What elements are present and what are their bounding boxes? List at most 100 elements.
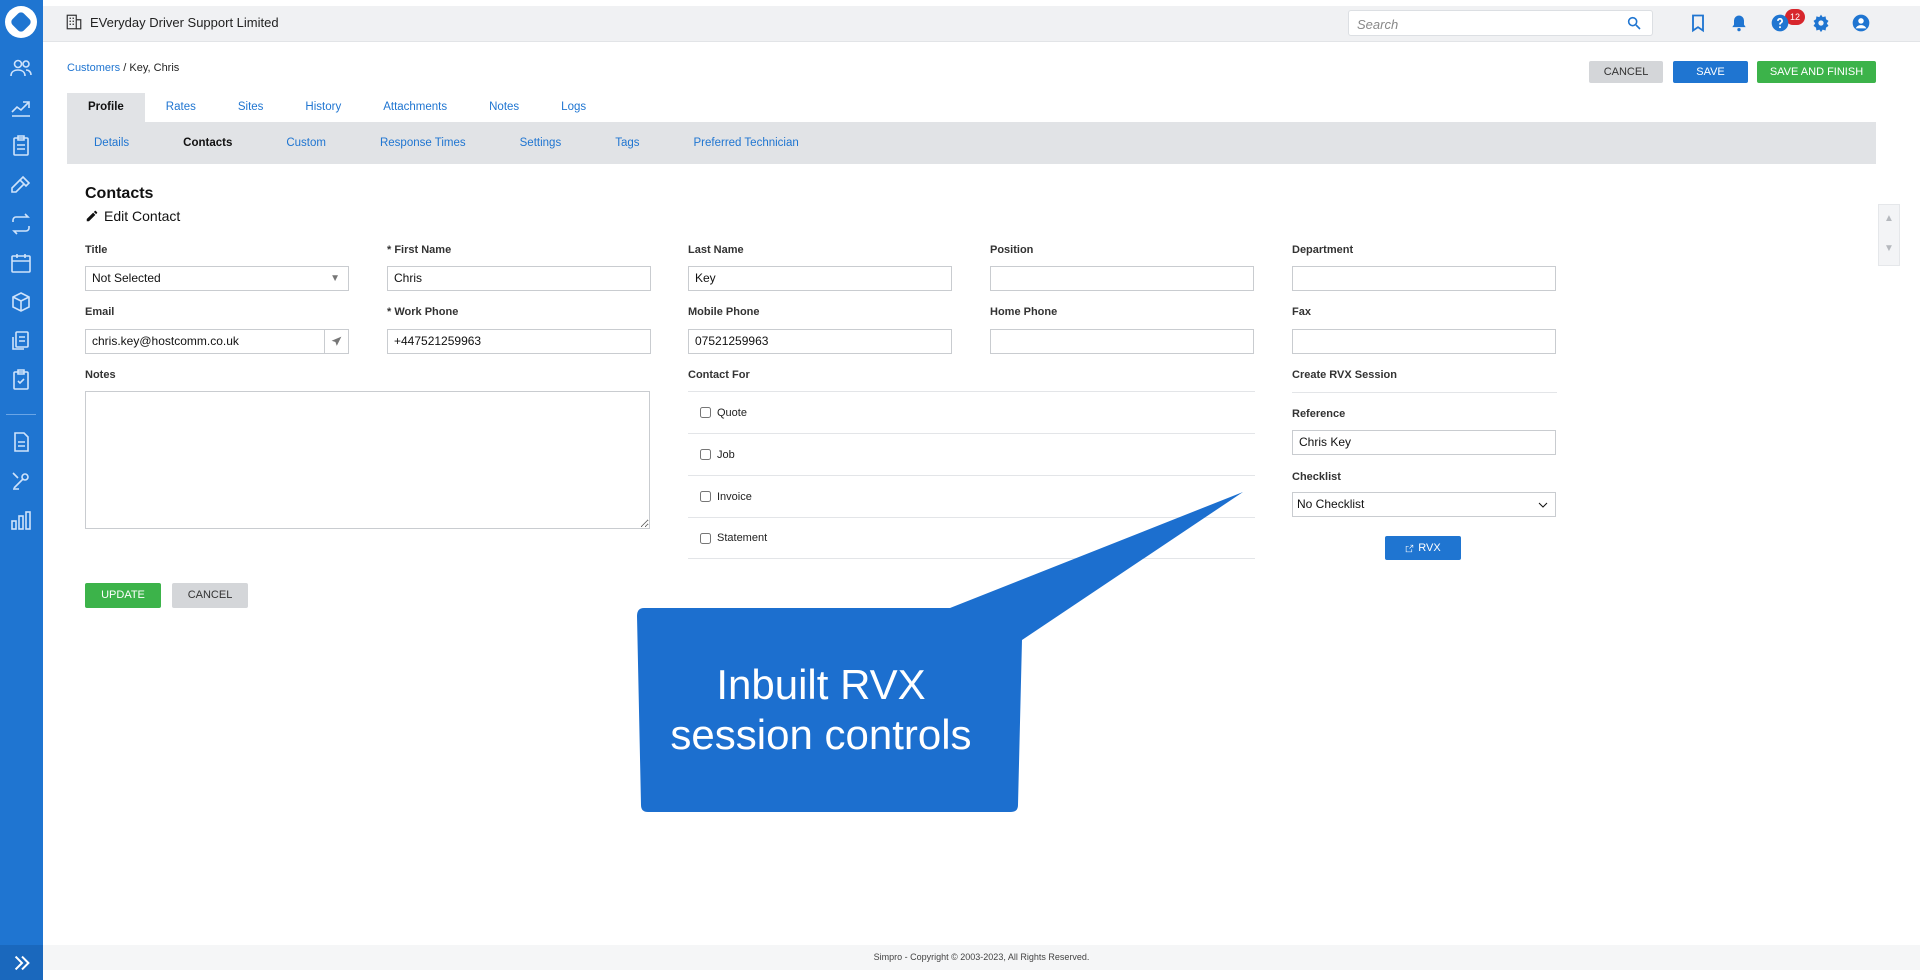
help-icon[interactable] (1768, 11, 1792, 35)
footer: Simpro - Copyright © 2003-2023, All Righ… (43, 945, 1920, 970)
subtab-settings[interactable]: Settings (493, 137, 589, 149)
tasks-icon[interactable] (6, 365, 36, 395)
inventory-icon[interactable] (6, 287, 36, 317)
callout-line-2: session controls (670, 711, 972, 758)
department-input[interactable] (1292, 266, 1556, 291)
mobile-phone-label: Mobile Phone (688, 306, 760, 318)
scroll-widget[interactable]: ▲ ▼ (1878, 204, 1900, 266)
quote-checkbox[interactable] (700, 407, 711, 418)
rvx-divider (1292, 392, 1557, 393)
subtab-details[interactable]: Details (67, 137, 156, 149)
title-select[interactable]: Not Selected ▼ (85, 266, 349, 291)
building-icon (65, 13, 83, 31)
fax-label: Fax (1292, 306, 1311, 318)
edit-contact-heading: Edit Contact (85, 208, 180, 224)
breadcrumb: Customers / Key, Chris (67, 62, 179, 74)
last-name-input[interactable]: Key (688, 266, 952, 291)
first-name-label: * First Name (387, 244, 452, 256)
leads-icon[interactable] (6, 92, 36, 122)
tab-notes[interactable]: Notes (468, 93, 540, 122)
breadcrumb-customers-link[interactable]: Customers (67, 62, 120, 74)
reports-icon[interactable] (6, 505, 36, 535)
mobile-phone-input[interactable]: 07521259963 (688, 329, 952, 354)
settings-gear-icon[interactable] (1809, 11, 1833, 35)
recurring-icon[interactable] (6, 209, 36, 239)
rvx-button[interactable]: RVX (1385, 536, 1461, 560)
tab-profile[interactable]: Profile (67, 93, 145, 122)
save-and-finish-button[interactable]: SAVE AND FINISH (1757, 61, 1876, 83)
tab-history[interactable]: History (284, 93, 362, 122)
sidebar-divider (6, 414, 36, 415)
search-box (1348, 10, 1653, 36)
invoice-checkbox[interactable] (700, 491, 711, 502)
profile-subtabs: Details Contacts Custom Response Times S… (67, 122, 1876, 164)
subtab-contacts[interactable]: Contacts (156, 137, 259, 149)
subtab-preferred-technician[interactable]: Preferred Technician (667, 137, 826, 149)
quote-label: Quote (717, 406, 747, 419)
rvx-button-label: RVX (1418, 542, 1441, 554)
contact-for-quote[interactable]: Quote (688, 391, 1255, 433)
pencil-icon (86, 210, 98, 222)
email-value: chris.key@hostcomm.co.uk (92, 334, 239, 348)
tab-logs[interactable]: Logs (540, 93, 607, 122)
work-phone-input[interactable]: +447521259963 (387, 329, 651, 354)
top-bar: EVeryday Driver Support Limited 12 (43, 6, 1920, 42)
copyright-text: Simpro - Copyright © 2003-2023, All Righ… (873, 952, 1090, 962)
assets-icon[interactable] (6, 326, 36, 356)
update-button[interactable]: UPDATE (85, 583, 161, 608)
bookmark-icon[interactable] (1686, 11, 1710, 35)
scroll-down-icon[interactable]: ▼ (1884, 243, 1894, 254)
scroll-up-icon[interactable]: ▲ (1884, 213, 1894, 224)
jobs-icon[interactable] (6, 170, 36, 200)
tab-attachments[interactable]: Attachments (362, 93, 468, 122)
first-name-input[interactable]: Chris (387, 266, 651, 291)
contact-for-statement[interactable]: Statement (688, 517, 1255, 559)
job-label: Job (717, 448, 735, 461)
job-checkbox[interactable] (700, 449, 711, 460)
external-link-icon (1406, 544, 1414, 552)
reference-input[interactable]: Chris Key (1292, 430, 1556, 455)
subtab-custom[interactable]: Custom (259, 137, 353, 149)
fax-input[interactable] (1292, 329, 1556, 354)
last-name-label: Last Name (688, 244, 744, 256)
breadcrumb-separator: / (123, 62, 127, 74)
customers-icon[interactable] (6, 53, 36, 83)
cancel-edit-button[interactable]: CANCEL (172, 583, 248, 608)
contact-for-label: Contact For (688, 369, 750, 381)
save-button[interactable]: SAVE (1673, 61, 1748, 83)
tab-sites[interactable]: Sites (217, 93, 285, 122)
email-field[interactable]: chris.key@hostcomm.co.uk (85, 329, 349, 354)
position-input[interactable] (990, 266, 1254, 291)
expand-sidebar-icon[interactable] (0, 945, 43, 980)
profile-tabs: Profile Rates Sites History Attachments … (67, 93, 607, 122)
send-email-icon[interactable] (324, 330, 348, 353)
subtab-response-times[interactable]: Response Times (353, 137, 493, 149)
checklist-select[interactable]: No Checklist (1292, 492, 1556, 517)
app-logo-icon[interactable] (5, 6, 37, 38)
company-name[interactable]: EVeryday Driver Support Limited (90, 15, 279, 30)
sidebar (0, 0, 43, 980)
title-label: Title (85, 244, 108, 256)
setup-tools-icon[interactable] (6, 466, 36, 496)
contact-for-job[interactable]: Job (688, 433, 1255, 475)
quotes-icon[interactable] (6, 131, 36, 161)
home-phone-label: Home Phone (990, 306, 1058, 318)
create-rvx-session-label: Create RVX Session (1292, 369, 1397, 381)
contact-for-list: Quote Job Invoice Statement (688, 391, 1255, 559)
edit-contact-title: Edit Contact (104, 208, 181, 224)
statement-checkbox[interactable] (700, 532, 711, 544)
subtab-tags[interactable]: Tags (588, 137, 666, 149)
statement-label: Statement (717, 532, 768, 544)
cancel-button[interactable]: CANCEL (1589, 61, 1663, 83)
contact-for-invoice[interactable]: Invoice (688, 475, 1255, 517)
user-account-icon[interactable] (1849, 11, 1873, 35)
search-icon[interactable] (1626, 15, 1644, 33)
search-input[interactable] (1357, 15, 1617, 33)
notifications-bell-icon[interactable] (1727, 11, 1751, 35)
notes-textarea[interactable] (85, 391, 650, 529)
home-phone-input[interactable] (990, 329, 1254, 354)
documents-icon[interactable] (6, 427, 36, 457)
department-label: Department (1292, 244, 1354, 256)
schedule-icon[interactable] (6, 248, 36, 278)
tab-rates[interactable]: Rates (145, 93, 217, 122)
